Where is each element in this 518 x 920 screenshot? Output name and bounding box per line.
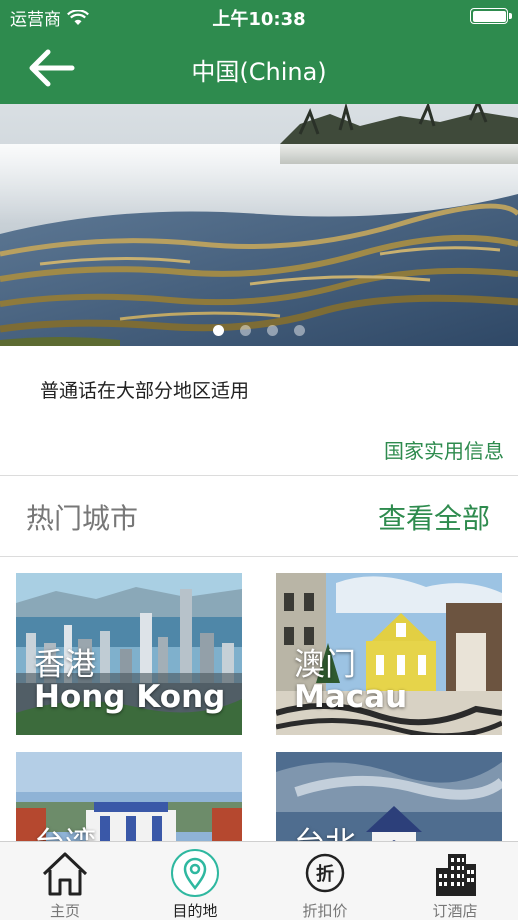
nav-bar: 中国(China) [0,34,518,104]
tab-label-discounts: 折扣价 [302,902,348,920]
tab-label-home: 主页 [49,902,80,920]
practical-info-link[interactable]: 国家实用信息 [384,435,504,464]
tab-hotels[interactable]: 订酒店 [390,842,518,920]
page-title: 中国(China) [191,58,327,86]
city-card-hong-kong[interactable]: 香港 Hong Kong [16,573,242,735]
tab-label-destinations: 目的地 [172,902,218,920]
city-name-en: Macau [294,679,408,715]
city-card-taipei[interactable]: 台北 [276,752,502,841]
city-card-macau[interactable]: 澳门 Macau [276,573,502,735]
carousel-page-indicator [0,325,518,336]
location-pin-icon [171,849,219,897]
hotel-building-icon [436,854,476,896]
discount-icon: 折 [305,853,345,893]
city-name: 台北 [294,828,356,841]
hot-cities-header: 热门城市 查看全部 [0,477,518,557]
city-name-zh: 台北 [294,828,356,841]
tab-home[interactable]: 主页 [0,842,130,920]
hot-cities-heading: 热门城市 [26,502,139,535]
language-note: 普通话在大部分地区适用 [40,380,250,402]
tab-discounts[interactable]: 折 折扣价 [260,842,390,920]
city-name: 香港 Hong Kong [34,649,225,713]
carousel-dot[interactable] [267,325,278,336]
rice-terraces-photo [0,104,518,346]
carousel-dot-active[interactable] [213,325,224,336]
home-icon [42,852,88,896]
tab-label-hotels: 订酒店 [432,902,478,920]
city-name-zh: 台湾 [34,828,96,841]
banner-carousel[interactable] [0,104,518,346]
city-name-zh: 香港 [34,647,96,683]
svg-text:折: 折 [316,863,334,885]
city-name-zh: 澳门 [294,647,356,683]
city-name: 澳门 Macau [294,649,407,713]
carousel-dot[interactable] [294,325,305,336]
country-info-section: 普通话在大部分地区适用 国家实用信息 [0,346,518,476]
city-name: 台湾 [34,828,96,841]
status-time: 上午10:38 [212,9,306,30]
city-card-taiwan[interactable]: 台湾 [16,752,242,841]
status-bar: 运营商 上午10:38 [0,0,518,34]
city-name-en: Hong Kong [34,679,226,715]
tab-bar: 主页 目的地 折 折扣价 订酒店 [0,841,518,920]
carousel-dot[interactable] [240,325,251,336]
battery-icon [470,8,512,24]
view-all-button[interactable]: 查看全部 [378,497,490,537]
tab-destinations[interactable]: 目的地 [130,842,260,920]
city-grid: 香港 Hong Kong 澳门 Macau [0,558,518,841]
